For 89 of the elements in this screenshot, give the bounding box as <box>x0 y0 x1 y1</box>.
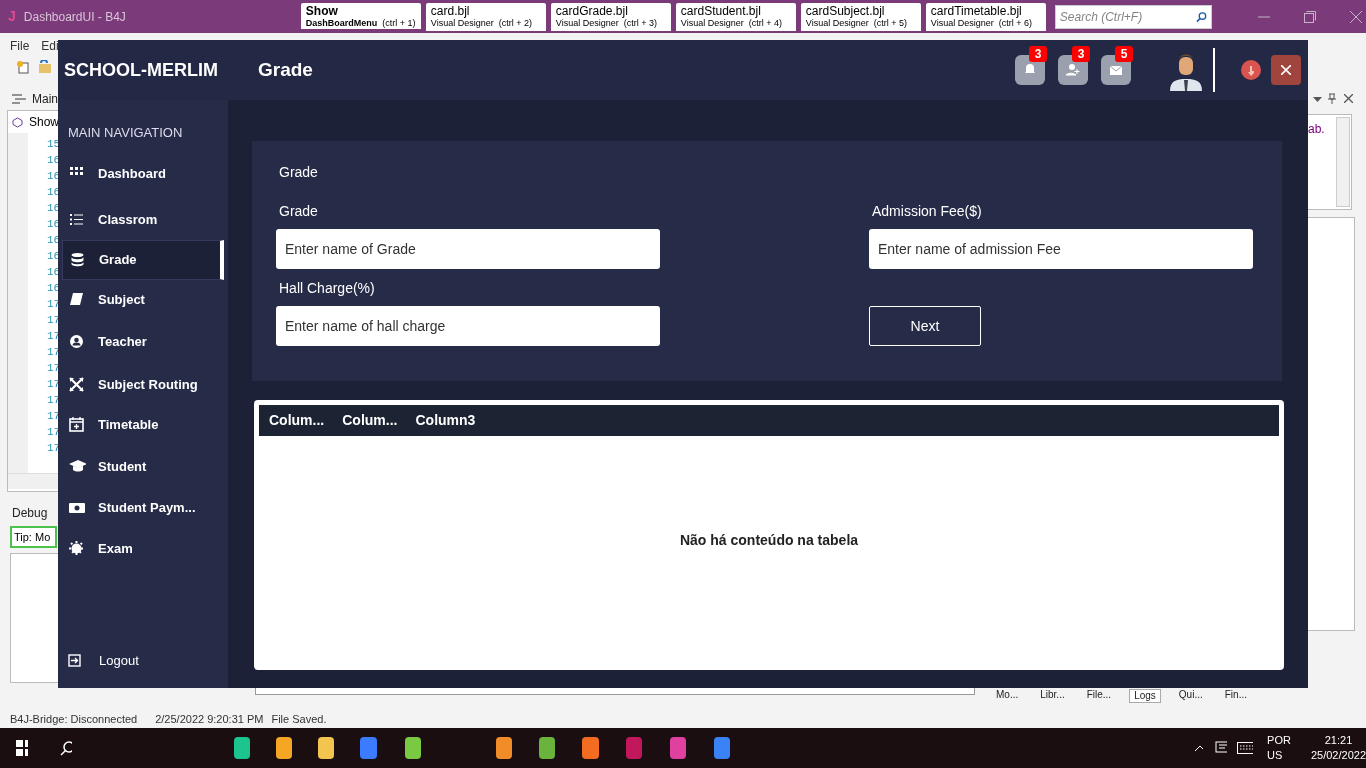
module-tab[interactable]: Show <box>29 113 60 131</box>
search-icon <box>1195 10 1207 23</box>
field-label: Grade <box>279 202 319 221</box>
document-tab[interactable]: cardTimetable.bjl Visual Designer (ctrl + 6) <box>925 2 1046 31</box>
panel-tab[interactable]: Libr... <box>1036 689 1069 703</box>
status-text: File Saved. <box>271 712 327 727</box>
book-icon <box>68 292 86 307</box>
chevron-up-icon[interactable] <box>1194 744 1204 752</box>
horizontal-scrollbar[interactable] <box>8 473 58 489</box>
tip-field: Tip: Mo <box>10 526 57 548</box>
panel-tab[interactable]: Logs <box>1129 689 1161 703</box>
nav-item[interactable]: Grade <box>62 239 224 280</box>
panel-tab[interactable]: Qui... <box>1174 689 1207 703</box>
close-button[interactable] <box>1271 55 1301 85</box>
document-tab[interactable]: cardSubject.bjl Visual Designer (ctrl + 5) <box>800 2 921 31</box>
clock-time[interactable]: 21:21 <box>1324 733 1353 748</box>
document-tab[interactable]: card.bjl Visual Designer (ctrl + 2) <box>425 2 546 31</box>
app-logo: J <box>8 7 16 26</box>
field-label: Hall Charge(%) <box>279 279 376 298</box>
lines-icon <box>12 93 26 105</box>
nav-item[interactable]: Student Paym... <box>62 487 224 528</box>
touch-button[interactable] <box>1241 60 1261 80</box>
panel-tab[interactable]: Debug <box>12 504 48 522</box>
windows-icon[interactable] <box>16 740 28 756</box>
layout-indicator[interactable]: US <box>1267 748 1291 763</box>
gear-icon <box>68 541 86 556</box>
brand-title: SCHOOL-MERLIM <box>64 58 219 82</box>
panel-tab[interactable]: Mo... <box>992 689 1023 703</box>
text-field[interactable]: Enter name of Grade <box>276 229 660 269</box>
nav-item[interactable]: Subject Routing <box>62 364 224 405</box>
status-text: B4J-Bridge: Disconnected <box>10 712 138 727</box>
notification-badge: 3 <box>1072 46 1090 62</box>
status-text: 2/25/2022 9:20:31 PM <box>155 712 264 727</box>
column-header[interactable]: Colum... <box>342 410 398 431</box>
close-icon[interactable] <box>1344 94 1353 103</box>
clock-date[interactable]: 25/02/2022 <box>1310 748 1366 763</box>
search-icon[interactable] <box>59 740 72 756</box>
list-icon <box>68 212 86 227</box>
dropdown-icon[interactable] <box>1313 97 1322 103</box>
graduation-cap-icon <box>68 459 86 474</box>
restore-icon[interactable] <box>1303 10 1316 23</box>
pin-icon[interactable] <box>1328 93 1336 104</box>
logout-link[interactable]: Logout <box>99 650 139 670</box>
nav-item[interactable]: Exam <box>62 528 224 569</box>
search-input[interactable]: Search (Ctrl+F) <box>1059 7 1196 26</box>
panel-text: ab. <box>1308 121 1325 138</box>
notification-badge: 3 <box>1029 46 1047 62</box>
panel-tab[interactable]: Fin... <box>1220 689 1251 703</box>
nav-item[interactable]: Teacher <box>62 321 224 362</box>
user-circle-icon <box>68 334 86 349</box>
field-label: Admission Fee($) <box>872 202 983 221</box>
notification-icon[interactable] <box>1215 741 1227 755</box>
window-title: DashboardUI - B4J <box>23 8 127 26</box>
empty-message: Não há conteúdo na tabela <box>679 531 859 550</box>
menu-item[interactable]: File <box>10 37 30 55</box>
keyboard-icon[interactable] <box>1236 742 1254 754</box>
document-tab[interactable]: cardGrade.bjl Visual Designer (ctrl + 3) <box>550 2 671 31</box>
arrows-icon <box>68 377 86 392</box>
menu-item[interactable]: Edi <box>41 37 59 55</box>
language-indicator[interactable]: POR <box>1267 733 1291 748</box>
module-icon <box>12 116 23 128</box>
column-header[interactable]: Column3 <box>415 410 476 431</box>
nav-item[interactable]: Timetable <box>62 404 224 445</box>
calendar-plus-icon <box>68 417 86 432</box>
database-icon <box>69 252 87 267</box>
card-title: Grade <box>279 163 319 182</box>
nav-item[interactable]: Dashboard <box>62 153 224 194</box>
page-title: Grade <box>258 57 313 82</box>
column-header[interactable]: Colum... <box>269 410 325 431</box>
money-icon <box>68 500 86 515</box>
close-icon[interactable] <box>1349 10 1362 23</box>
nav-item[interactable]: Student <box>62 446 224 487</box>
close-icon <box>1281 65 1291 75</box>
document-tab[interactable]: cardStudent.bjl Visual Designer (ctrl + 4) <box>675 2 796 31</box>
panel-tab[interactable]: File... <box>1082 689 1116 703</box>
panel-label: Main <box>32 91 58 108</box>
logout-icon <box>68 653 81 667</box>
text-field[interactable]: Enter name of hall charge <box>276 306 660 346</box>
vertical-scrollbar[interactable] <box>1336 117 1350 207</box>
next-button[interactable]: Next <box>869 306 981 346</box>
notification-badge: 5 <box>1115 46 1133 62</box>
text-field[interactable]: Enter name of admission Fee <box>869 229 1253 269</box>
nav-heading: MAIN NAVIGATION <box>68 124 184 142</box>
document-tab[interactable]: Show DashBoardMenu (ctrl + 1) <box>300 2 421 31</box>
add-user-icon <box>1064 61 1082 79</box>
nav-item[interactable]: Subject <box>62 279 224 320</box>
nav-item[interactable]: Classrom <box>62 199 224 240</box>
search-field[interactable]: Search (Ctrl+F) <box>1054 4 1212 29</box>
open-folder-icon[interactable] <box>38 60 52 74</box>
